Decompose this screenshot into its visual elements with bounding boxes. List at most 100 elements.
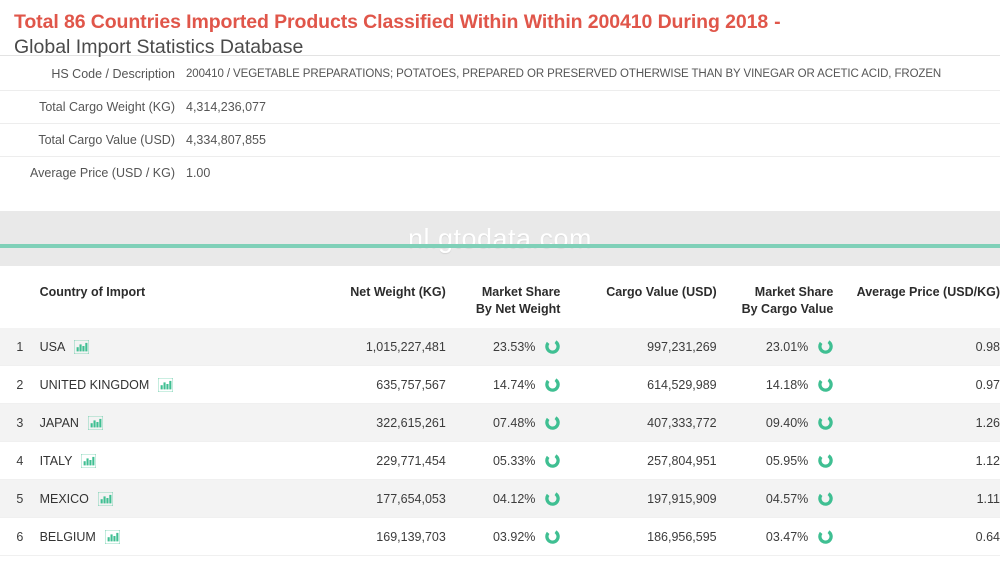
column-header-market-share-value-line2: By Cargo Value bbox=[741, 302, 834, 316]
donut-chart-icon[interactable] bbox=[818, 453, 834, 468]
column-header-net-weight: Net Weight (KG) bbox=[350, 285, 446, 299]
bar-chart-icon[interactable] bbox=[104, 528, 121, 545]
summary-label: HS Code / Description bbox=[51, 67, 175, 81]
row-cargo-value: 614,529,989 bbox=[560, 365, 717, 404]
donut-chart-icon[interactable] bbox=[545, 491, 561, 506]
column-header-market-share-value: Market Share By Cargo Value bbox=[717, 272, 834, 328]
column-header-cargo-value: Cargo Value (USD) bbox=[606, 285, 717, 299]
market-share-value-value: 05.95% bbox=[765, 453, 809, 468]
summary-row: HS Code / Description 200410 / VEGETABLE… bbox=[0, 58, 1000, 91]
country-name-label: BELGIUM bbox=[39, 529, 96, 544]
market-share-weight-value: 05.33% bbox=[492, 453, 536, 468]
summary-row: Total Cargo Value (USD) 4,334,807,855 bbox=[0, 124, 1000, 157]
page-title: Total 86 Countries Imported Products Cla… bbox=[14, 10, 986, 35]
bar-chart-icon[interactable] bbox=[157, 376, 174, 393]
row-average-price: 1.11 bbox=[833, 479, 1000, 518]
row-cargo-value: 407,333,772 bbox=[560, 403, 717, 442]
market-share-value-value: 23.01% bbox=[765, 339, 809, 354]
summary-row: Average Price (USD / KG) 1.00 bbox=[0, 157, 1000, 190]
summary-value: 200410 / VEGETABLE PREPARATIONS; POTATOE… bbox=[186, 68, 942, 80]
row-average-price: 0.97 bbox=[833, 365, 1000, 404]
row-market-share-value: 03.47% bbox=[716, 517, 834, 556]
watermark-band: nl.gtodata.com bbox=[0, 211, 1000, 266]
row-market-share-weight: 14.74% bbox=[445, 365, 561, 404]
site-watermark: nl.gtodata.com bbox=[407, 223, 593, 253]
row-country: BELGIUM bbox=[39, 517, 300, 556]
column-header-country: Country of Import bbox=[39, 285, 146, 299]
bar-chart-icon[interactable] bbox=[80, 452, 98, 469]
row-index: 4 bbox=[0, 441, 40, 480]
summary-label: Total Cargo Value (USD) bbox=[38, 133, 175, 147]
row-market-share-weight: 07.48% bbox=[445, 403, 561, 442]
row-market-share-weight: 05.33% bbox=[445, 441, 561, 480]
donut-chart-icon[interactable] bbox=[545, 529, 561, 544]
page-title-main: Total 86 Countries Imported Products Cla… bbox=[14, 11, 769, 33]
column-header-average-price: Average Price (USD/KG) bbox=[856, 285, 1000, 299]
row-average-price: 1.26 bbox=[833, 403, 1000, 442]
donut-chart-icon[interactable] bbox=[818, 339, 834, 354]
country-name-label: ITALY bbox=[39, 453, 73, 468]
page-title-dash: - bbox=[774, 11, 781, 33]
donut-chart-icon[interactable] bbox=[818, 529, 834, 544]
column-header-market-share-weight-line1: Market Share bbox=[481, 285, 561, 299]
table-row[interactable]: 4 ITALY 229,771,454 05.33% 257,804,951 05.95%… bbox=[0, 441, 1000, 480]
row-index: 3 bbox=[0, 403, 40, 442]
row-country: UNITED KINGDOM bbox=[39, 365, 300, 404]
statistics-table-container: Country of Import Net Weight (KG) Market… bbox=[0, 266, 1000, 556]
table-row[interactable]: 5 MEXICO 177,654,053 04.12% 197,915,909 04.57… bbox=[0, 479, 1000, 518]
donut-chart-icon[interactable] bbox=[818, 377, 834, 392]
donut-chart-icon[interactable] bbox=[818, 491, 834, 506]
row-market-share-value: 23.01% bbox=[716, 328, 834, 366]
market-share-weight-value: 07.48% bbox=[492, 415, 536, 430]
market-share-value-value: 03.47% bbox=[765, 529, 809, 544]
market-share-value-value: 04.57% bbox=[765, 491, 809, 506]
summary-value: 1.00 bbox=[186, 166, 211, 180]
table-row[interactable]: 3 JAPAN 322,615,261 07.48% 407,333,772 09.40%… bbox=[0, 403, 1000, 442]
section-divider bbox=[0, 244, 1000, 248]
row-net-weight: 229,771,454 bbox=[299, 441, 446, 480]
market-share-value-value: 14.18% bbox=[765, 377, 809, 392]
market-share-weight-value: 03.92% bbox=[492, 529, 536, 544]
row-index: 1 bbox=[0, 328, 40, 366]
country-name-label: MEXICO bbox=[39, 491, 89, 506]
table-row[interactable]: 1 USA 1,015,227,481 23.53% 997,231,269 23.01%… bbox=[0, 328, 1000, 366]
row-average-price: 0.64 bbox=[833, 517, 1000, 556]
summary-value: 4,314,236,077 bbox=[186, 100, 266, 114]
summary-label: Average Price (USD / KG) bbox=[30, 166, 175, 180]
donut-chart-icon[interactable] bbox=[545, 377, 561, 392]
donut-chart-icon[interactable] bbox=[818, 415, 834, 430]
row-country: USA bbox=[39, 328, 300, 366]
donut-chart-icon[interactable] bbox=[545, 415, 561, 430]
market-share-value-value: 09.40% bbox=[765, 415, 809, 430]
column-header-index bbox=[0, 272, 40, 328]
row-index: 5 bbox=[0, 479, 40, 518]
page-subtitle: Global Import Statistics Database bbox=[14, 36, 304, 58]
page-header: Total 86 Countries Imported Products Cla… bbox=[0, 0, 1000, 58]
row-market-share-value: 09.40% bbox=[716, 403, 834, 442]
bar-chart-icon[interactable] bbox=[73, 338, 90, 355]
market-share-weight-value: 04.12% bbox=[492, 491, 536, 506]
row-cargo-value: 186,956,595 bbox=[560, 517, 717, 556]
summary-value: 4,334,807,855 bbox=[186, 133, 266, 147]
table-header: Country of Import Net Weight (KG) Market… bbox=[0, 272, 1000, 328]
row-cargo-value: 997,231,269 bbox=[560, 328, 717, 366]
row-country: MEXICO bbox=[39, 479, 300, 518]
donut-chart-icon[interactable] bbox=[545, 453, 561, 468]
country-name-label: USA bbox=[39, 339, 66, 354]
row-net-weight: 322,615,261 bbox=[299, 403, 446, 442]
row-market-share-value: 05.95% bbox=[716, 441, 834, 480]
table-row[interactable]: 2 UNITED KINGDOM 635,757,567 14.74% 614,529,… bbox=[0, 365, 1000, 404]
donut-chart-icon[interactable] bbox=[545, 339, 561, 354]
market-share-weight-value: 14.74% bbox=[492, 377, 536, 392]
row-net-weight: 1,015,227,481 bbox=[299, 328, 446, 366]
column-header-market-share-weight-line2: By Net Weight bbox=[475, 302, 561, 316]
summary-row: Total Cargo Weight (KG) 4,314,236,077 bbox=[0, 91, 1000, 124]
bar-chart-icon[interactable] bbox=[87, 414, 104, 431]
bar-chart-icon[interactable] bbox=[97, 490, 114, 507]
row-market-share-value: 14.18% bbox=[716, 365, 834, 404]
table-row[interactable]: 6 BELGIUM 169,139,703 03.92% 186,956,595 03.4… bbox=[0, 517, 1000, 556]
summary-table: HS Code / Description 200410 / VEGETABLE… bbox=[0, 58, 1000, 189]
row-average-price: 0.98 bbox=[833, 328, 1000, 366]
market-share-weight-value: 23.53% bbox=[492, 339, 536, 354]
statistics-table: Country of Import Net Weight (KG) Market… bbox=[0, 272, 1000, 556]
